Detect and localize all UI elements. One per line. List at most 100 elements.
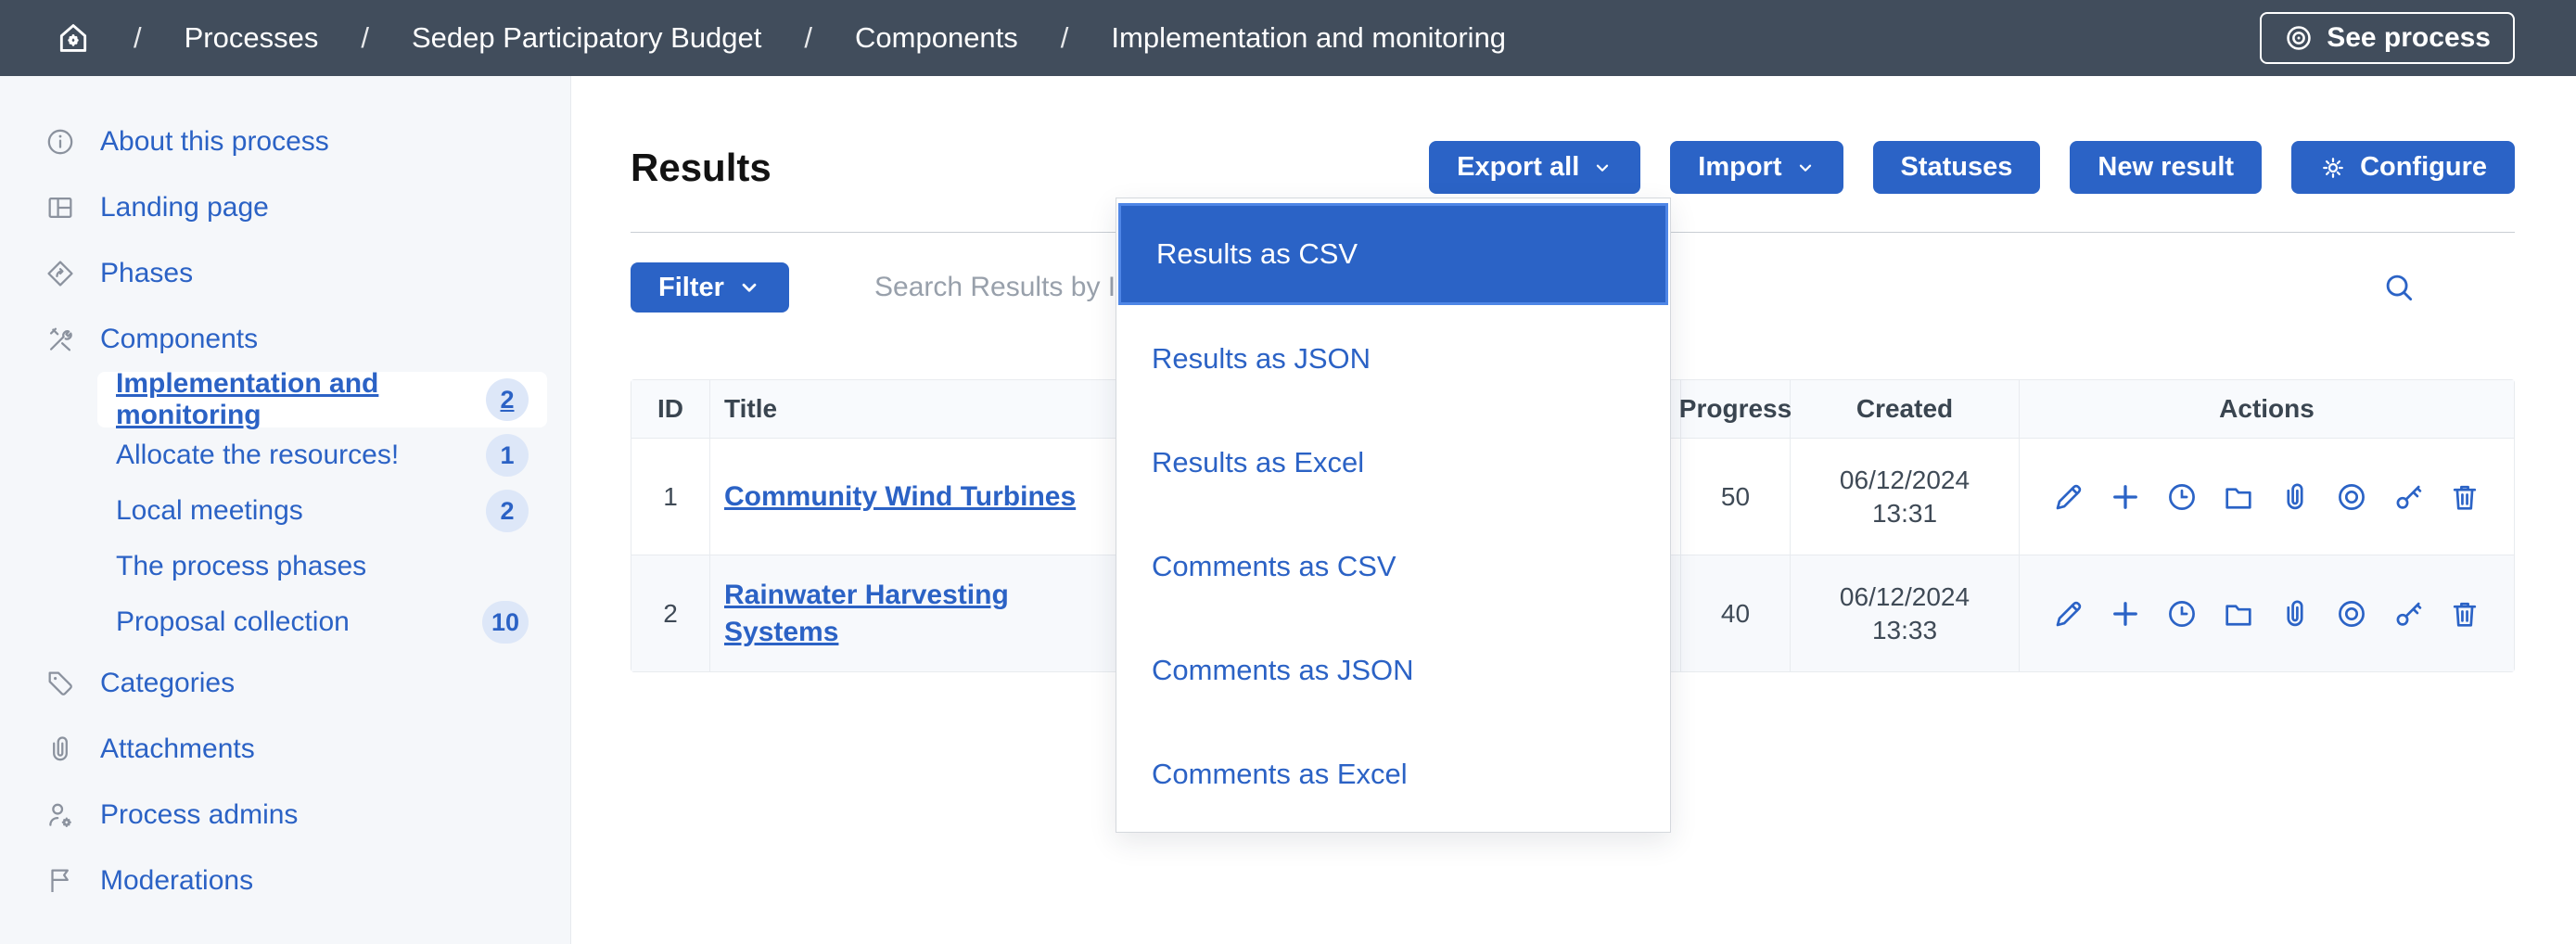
folder-icon[interactable]	[2222, 597, 2255, 631]
eye-icon	[2284, 23, 2314, 53]
sidebar-item-label: Attachments	[100, 734, 255, 765]
sidebar-item-the-process-phases[interactable]: The process phases	[97, 539, 547, 594]
count-badge: 10	[482, 601, 529, 644]
sidebar-item-label: Categories	[100, 668, 235, 699]
breadcrumb-separator: /	[361, 21, 369, 55]
sidebar-item-about-this-process[interactable]: About this process	[0, 108, 570, 174]
layout-grid-icon	[45, 192, 76, 223]
row-progress: 50	[1681, 439, 1791, 555]
preview-icon[interactable]	[2335, 597, 2368, 631]
header-progress: Progress	[1681, 380, 1791, 438]
menu-item-results-as-json[interactable]: Results as JSON	[1116, 307, 1670, 411]
sidebar-item-landing-page[interactable]: Landing page	[0, 174, 570, 240]
sub-item-label: Local meetings	[116, 495, 303, 527]
permissions-icon[interactable]	[2391, 597, 2425, 631]
new-result-label: New result	[2098, 152, 2234, 183]
breadcrumb-current-component[interactable]: Implementation and monitoring	[1111, 21, 1506, 55]
attachments-icon[interactable]	[2278, 597, 2312, 631]
sidebar-item-phases[interactable]: Phases	[0, 240, 570, 306]
chevron-down-icon	[1592, 158, 1613, 178]
add-icon[interactable]	[2109, 480, 2142, 514]
header-title: Title	[710, 380, 1118, 438]
export-all-button[interactable]: Export all	[1429, 141, 1640, 194]
history-icon[interactable]	[2165, 597, 2199, 631]
breadcrumb-processes[interactable]: Processes	[185, 21, 319, 55]
result-title-link[interactable]: Community Wind Turbines	[724, 478, 1076, 516]
search-icon[interactable]	[2381, 270, 2417, 305]
sidebar-item-proposal-collection[interactable]: Proposal collection 10	[97, 594, 547, 650]
sidebar-item-local-meetings[interactable]: Local meetings 2	[97, 483, 547, 539]
menu-item-comments-as-json[interactable]: Comments as JSON	[1116, 619, 1670, 722]
result-title-link[interactable]: Rainwater Harvesting Systems	[724, 577, 1103, 651]
see-process-button[interactable]: See process	[2260, 12, 2515, 64]
sub-item-label: Allocate the resources!	[116, 440, 399, 471]
row-progress: 40	[1681, 555, 1791, 671]
configure-label: Configure	[2360, 152, 2487, 183]
phases-diamond-icon	[45, 258, 76, 289]
page-title: Results	[631, 146, 772, 190]
row-title-cell: Rainwater Harvesting Systems	[710, 555, 1118, 671]
configure-button[interactable]: Configure	[2291, 141, 2515, 194]
sidebar-item-process-admins[interactable]: Process admins	[0, 782, 570, 848]
sidebar-item-label: Components	[100, 324, 258, 355]
export-all-dropdown: Results as CSV Results as JSON Results a…	[1116, 198, 1671, 833]
history-icon[interactable]	[2165, 480, 2199, 514]
created-date: 06/12/2024	[1840, 464, 1970, 497]
sidebar-item-attachments[interactable]: Attachments	[0, 716, 570, 782]
row-actions	[2020, 439, 2514, 555]
breadcrumb-bar: / Processes / Sedep Participatory Budget…	[0, 0, 2576, 76]
header-created: Created	[1791, 380, 2020, 438]
sidebar-item-moderations[interactable]: Moderations	[0, 848, 570, 913]
filter-label: Filter	[658, 273, 724, 303]
sidebar-item-allocate-the-resources[interactable]: Allocate the resources! 1	[97, 427, 547, 483]
header-actions: Actions	[2020, 380, 2514, 438]
gear-icon	[2319, 154, 2347, 182]
sub-item-label: The process phases	[116, 551, 366, 582]
permissions-icon[interactable]	[2391, 480, 2425, 514]
count-badge: 2	[486, 378, 529, 421]
row-id: 2	[631, 555, 710, 671]
count-badge: 1	[486, 434, 529, 477]
user-gear-icon	[45, 799, 76, 831]
sidebar-item-categories[interactable]: Categories	[0, 650, 570, 716]
statuses-label: Statuses	[1901, 152, 2013, 183]
created-time: 13:33	[1872, 614, 1937, 647]
edit-icon[interactable]	[2052, 480, 2085, 514]
filter-button[interactable]: Filter	[631, 262, 789, 313]
row-title-cell: Community Wind Turbines	[710, 439, 1118, 555]
sidebar-item-implementation-and-monitoring[interactable]: Implementation and monitoring 2	[97, 372, 547, 427]
results-header: Results Export all Import Statuses	[631, 141, 2515, 194]
breadcrumb: / Processes / Sedep Participatory Budget…	[56, 20, 1506, 56]
paperclip-icon	[45, 734, 76, 765]
export-all-label: Export all	[1457, 152, 1579, 183]
home-icon[interactable]	[56, 20, 91, 56]
folder-icon[interactable]	[2222, 480, 2255, 514]
breadcrumb-components[interactable]: Components	[855, 21, 1018, 55]
delete-icon[interactable]	[2448, 480, 2481, 514]
import-button[interactable]: Import	[1670, 141, 1843, 194]
sidebar-item-label: Process admins	[100, 799, 298, 831]
statuses-button[interactable]: Statuses	[1873, 141, 2041, 194]
header-id: ID	[631, 380, 710, 438]
add-icon[interactable]	[2109, 597, 2142, 631]
tag-icon	[45, 668, 76, 699]
components-subnav: Implementation and monitoring 2 Allocate…	[0, 372, 570, 650]
sidebar-item-components[interactable]: Components	[0, 306, 570, 372]
menu-item-results-as-excel[interactable]: Results as Excel	[1116, 411, 1670, 515]
delete-icon[interactable]	[2448, 597, 2481, 631]
row-created: 06/12/2024 13:33	[1791, 555, 2020, 671]
menu-item-results-as-csv[interactable]: Results as CSV	[1118, 203, 1668, 305]
sidebar-item-label: Landing page	[100, 192, 269, 223]
menu-item-comments-as-csv[interactable]: Comments as CSV	[1116, 515, 1670, 619]
edit-icon[interactable]	[2052, 597, 2085, 631]
preview-icon[interactable]	[2335, 480, 2368, 514]
breadcrumb-process-name[interactable]: Sedep Participatory Budget	[412, 21, 761, 55]
created-date: 06/12/2024	[1840, 580, 1970, 614]
sidebar: About this process Landing page Phases	[0, 76, 571, 944]
new-result-button[interactable]: New result	[2070, 141, 2262, 194]
menu-item-comments-as-excel[interactable]: Comments as Excel	[1116, 722, 1670, 826]
attachments-icon[interactable]	[2278, 480, 2312, 514]
breadcrumb-separator: /	[804, 21, 812, 55]
import-label: Import	[1698, 152, 1781, 183]
admin-page: / Processes / Sedep Participatory Budget…	[0, 0, 2576, 944]
